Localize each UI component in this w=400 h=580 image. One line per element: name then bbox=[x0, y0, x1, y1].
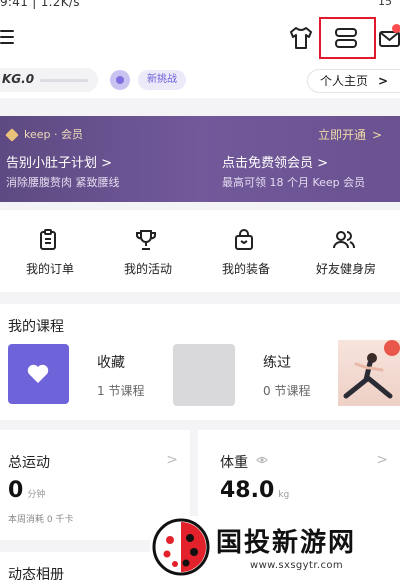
banner-subtitle-1: 消除腰腹赘肉 紧致腰线 bbox=[6, 176, 120, 189]
quick-label: 我的活动 bbox=[123, 262, 172, 276]
open-now-label: 立即开通 bbox=[318, 128, 367, 142]
my-orders-button[interactable]: 我的订单 bbox=[0, 210, 100, 292]
practiced-count: 0 节课程 bbox=[263, 384, 311, 398]
clipboard-icon bbox=[40, 229, 56, 250]
my-activities-button[interactable]: 我的活动 bbox=[98, 210, 198, 292]
total-value-unit: 分钟 bbox=[27, 490, 46, 500]
banner-title-1[interactable]: 告别小肚子计划 > bbox=[6, 152, 112, 171]
course-photo-thumbnail[interactable] bbox=[338, 340, 400, 406]
favorites-title[interactable]: 收藏 bbox=[97, 352, 125, 372]
weekly-calories-note: 本周消耗 0 千卡 bbox=[8, 515, 74, 525]
quick-label: 我的装备 bbox=[221, 262, 270, 276]
weight-value-number: 48.0 bbox=[220, 478, 275, 503]
watermark-url-text: www.sxsgytr.com bbox=[250, 560, 344, 571]
album-title: 动态相册 bbox=[8, 567, 64, 580]
section-title: 我的课程 bbox=[8, 319, 64, 335]
badge-icon[interactable] bbox=[110, 70, 130, 90]
total-exercise-value: 0 分钟 bbox=[8, 478, 45, 503]
favorites-thumbnail[interactable] bbox=[8, 344, 69, 404]
chevron-right-icon: > bbox=[376, 452, 388, 468]
my-gear-button[interactable]: 我的装备 bbox=[196, 210, 296, 292]
keep-logo-icon bbox=[5, 128, 19, 142]
trophy-icon bbox=[136, 230, 156, 250]
total-value-number: 0 bbox=[8, 478, 24, 503]
notification-dot bbox=[392, 24, 400, 33]
status-time: 9:41 | 1.2K/s bbox=[0, 0, 80, 9]
chevron-right-icon: > bbox=[166, 452, 178, 468]
chevron-right-icon: > bbox=[377, 74, 388, 88]
friends-icon bbox=[333, 231, 355, 249]
battery-level: 15 bbox=[378, 0, 392, 8]
challenge-button[interactable]: 新挑战 bbox=[138, 70, 186, 90]
chevron-right-icon: > bbox=[372, 128, 383, 142]
profile-label: 个人主页 bbox=[320, 74, 369, 88]
weight-value: 48.0 kg bbox=[220, 478, 289, 503]
open-now-button[interactable]: 立即开通 > bbox=[318, 126, 382, 143]
ladybug-logo-icon bbox=[152, 518, 210, 576]
level-chip[interactable]: KG.0 bbox=[0, 68, 98, 92]
banner-title-2[interactable]: 点击免费领会员 > bbox=[222, 152, 328, 171]
practiced-thumbnail[interactable] bbox=[173, 344, 235, 406]
yoga-photo-illustration bbox=[343, 340, 400, 399]
practiced-title[interactable]: 练过 bbox=[263, 352, 291, 372]
eye-icon[interactable] bbox=[256, 455, 268, 465]
watermark: 国投新游网 www.sxsgytr.com bbox=[150, 516, 400, 580]
favorites-count: 1 节课程 bbox=[97, 384, 145, 398]
menu-icon[interactable] bbox=[0, 30, 14, 44]
top-bar bbox=[0, 14, 400, 66]
heart-icon bbox=[27, 364, 49, 383]
profile-button[interactable]: 个人主页 > bbox=[307, 69, 400, 93]
status-bar: 9:41 | 1.2K/s 15 bbox=[0, 0, 400, 14]
level-row: KG.0 新挑战 个人主页 > bbox=[0, 66, 400, 98]
level-progress-bar bbox=[40, 79, 88, 82]
quick-label: 好友健身房 bbox=[315, 262, 376, 276]
weight-title: 体重 bbox=[220, 455, 248, 471]
banner-brand: keep · 会员 bbox=[24, 128, 83, 141]
weight-value-unit: kg bbox=[278, 490, 290, 500]
quick-actions: 我的订单 我的活动 我的装备 好友健身房 bbox=[0, 210, 400, 292]
level-label: KG.0 bbox=[2, 72, 35, 86]
friends-gym-button[interactable]: 好友健身房 bbox=[296, 210, 396, 292]
membership-banner[interactable]: keep · 会员 立即开通 > 告别小肚子计划 > 消除腰腹赘肉 紧致腰线 点击… bbox=[0, 116, 400, 202]
shirt-icon[interactable] bbox=[288, 25, 314, 51]
watermark-cn-text: 国投新游网 bbox=[216, 528, 357, 558]
scan-icon[interactable] bbox=[334, 27, 358, 49]
my-courses-card: 我的课程 收藏 1 节课程 练过 0 节课程 bbox=[0, 304, 400, 420]
total-exercise-title: 总运动 bbox=[8, 455, 50, 471]
bag-icon bbox=[235, 229, 253, 250]
quick-label: 我的订单 bbox=[25, 262, 74, 276]
banner-subtitle-2: 最高可领 18 个月 Keep 会员 bbox=[222, 176, 366, 189]
